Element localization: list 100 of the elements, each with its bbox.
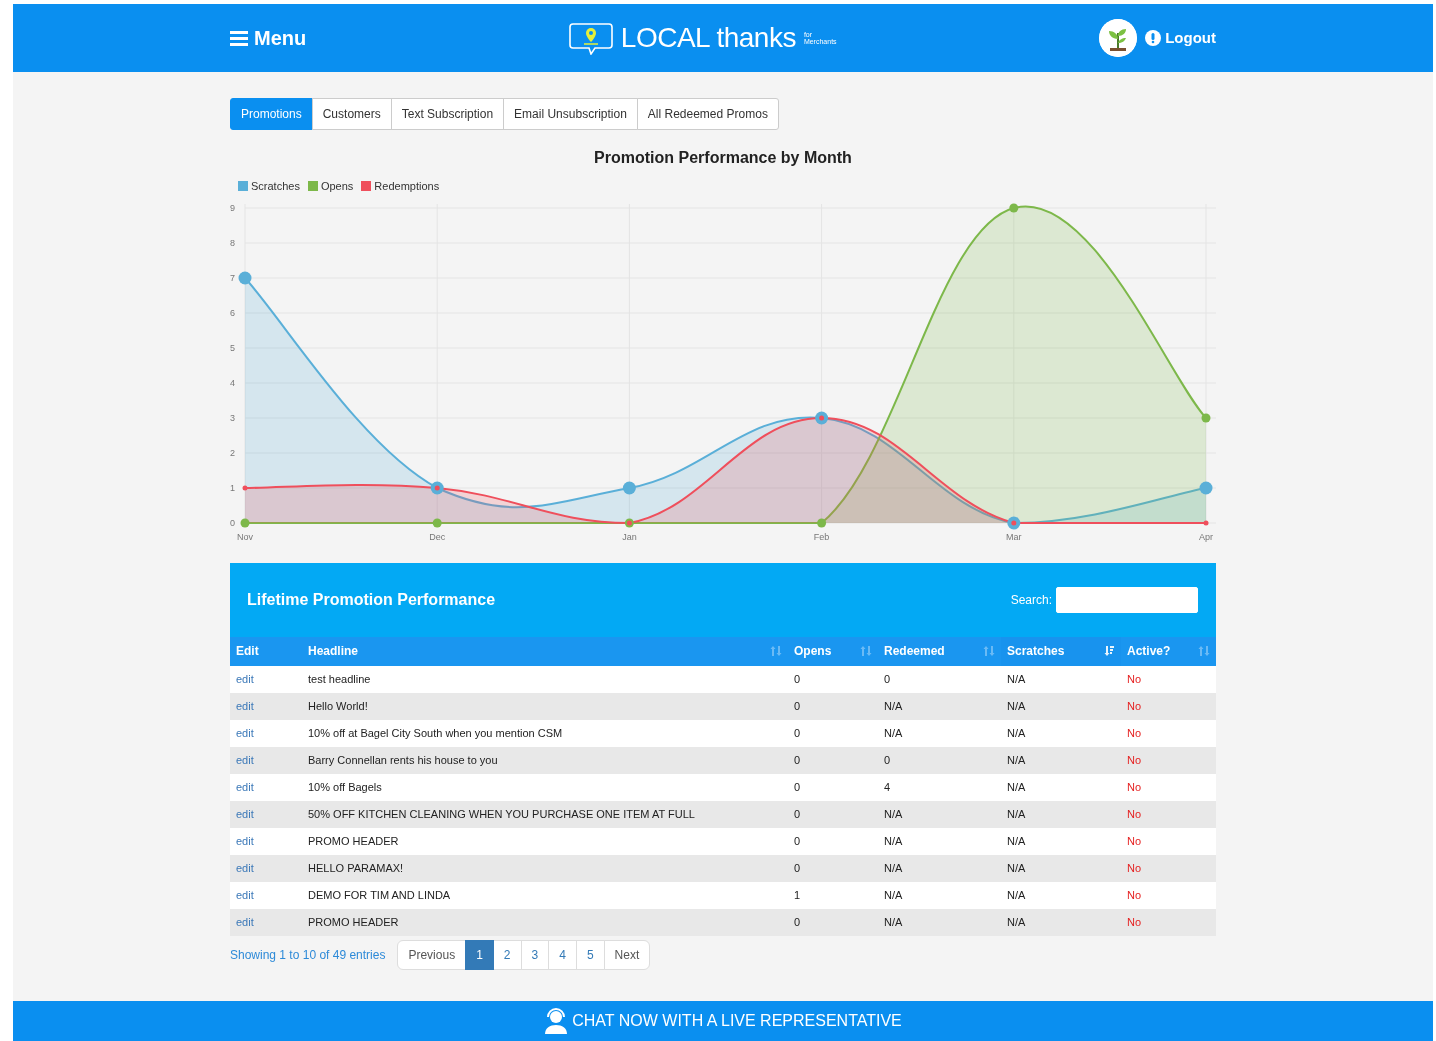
opens-cell: 0 <box>794 672 801 685</box>
opens-cell: 0 <box>794 753 801 766</box>
scratches-cell: N/A <box>1007 726 1026 739</box>
column-header[interactable]: Edit <box>230 636 302 666</box>
tab[interactable]: Email Unsubscription <box>503 98 638 130</box>
active-status: No <box>1127 699 1142 712</box>
y-tick-label: 2 <box>230 447 235 458</box>
opens-cell: 0 <box>794 807 801 820</box>
page-button[interactable]: 2 <box>492 939 522 970</box>
opens-cell: 0 <box>794 699 801 712</box>
opens-cell: 0 <box>794 726 801 739</box>
scratches-cell: N/A <box>1007 861 1026 874</box>
scratches-cell: N/A <box>1007 888 1026 901</box>
previous-button[interactable]: Previous <box>397 939 467 970</box>
column-header[interactable]: Redeemed <box>878 636 1001 666</box>
headline-cell: HELLO PARAMAX! <box>308 861 404 874</box>
redeemed-cell: N/A <box>884 834 903 847</box>
chart-title: Promotion Performance by Month <box>593 148 853 168</box>
column-header[interactable]: Active? <box>1121 636 1216 666</box>
scratches-cell: N/A <box>1007 699 1026 712</box>
headline-cell: test headline <box>308 672 371 685</box>
edit-link[interactable]: edit <box>236 672 254 685</box>
next-button[interactable]: Next <box>603 939 651 970</box>
x-tick-label: Jan <box>622 531 637 542</box>
opens-cell: 0 <box>794 780 801 793</box>
column-header[interactable]: Opens <box>788 636 878 666</box>
scratches-cell: N/A <box>1007 672 1026 685</box>
x-tick-label: Feb <box>813 531 830 542</box>
redeemed-cell: 0 <box>884 672 891 685</box>
active-status: No <box>1127 834 1142 847</box>
tab[interactable]: Customers <box>311 98 392 130</box>
edit-link[interactable]: edit <box>236 726 254 739</box>
headline-cell: DEMO FOR TIM AND LINDA <box>308 888 451 901</box>
headline-cell: 50% OFF KITCHEN CLEANING WHEN YOU PURCHASE ONE ITEM AT FULL <box>308 807 695 820</box>
y-tick-label: 4 <box>230 377 235 388</box>
opens-cell: 0 <box>794 834 801 847</box>
headline-cell: PROMO HEADER <box>308 915 399 928</box>
opens-cell: 1 <box>794 888 801 901</box>
redeemed-cell: N/A <box>884 915 903 928</box>
scratches-cell: N/A <box>1007 915 1026 928</box>
logout-button[interactable]: Logout <box>1145 26 1216 50</box>
column-header[interactable]: Headline <box>302 636 788 666</box>
redeemed-cell: N/A <box>884 699 903 712</box>
headline-cell: 10% off at Bagel City South when you mention CSM <box>308 726 563 739</box>
scratches-cell: N/A <box>1007 807 1026 820</box>
opens-cell: 0 <box>794 915 801 928</box>
edit-link[interactable]: edit <box>236 699 254 712</box>
search-label: Search: <box>1010 591 1052 609</box>
headline-cell: Barry Connellan rents his house to you <box>308 753 498 766</box>
edit-link[interactable]: edit <box>236 807 254 820</box>
y-tick-label: 7 <box>230 272 235 283</box>
active-status: No <box>1127 861 1142 874</box>
active-status: No <box>1127 672 1142 685</box>
y-tick-label: 0 <box>230 517 235 528</box>
opens-cell: 0 <box>794 861 801 874</box>
active-status: No <box>1127 807 1142 820</box>
redeemed-cell: N/A <box>884 807 903 820</box>
edit-link[interactable]: edit <box>236 888 254 901</box>
tab[interactable]: Text Subscription <box>390 98 505 130</box>
legend-label: Scratches <box>251 179 300 194</box>
redeemed-cell: 4 <box>884 780 891 793</box>
y-tick-label: 9 <box>230 202 235 213</box>
edit-link[interactable]: edit <box>236 834 254 847</box>
edit-link[interactable]: edit <box>236 861 254 874</box>
edit-link[interactable]: edit <box>236 753 254 766</box>
logo-text: LOCAL thanks <box>620 21 796 55</box>
redeemed-cell: N/A <box>884 861 903 874</box>
headline-cell: PROMO HEADER <box>308 834 399 847</box>
y-tick-label: 3 <box>230 412 235 423</box>
y-tick-label: 6 <box>230 307 235 318</box>
x-tick-label: Apr <box>1199 531 1213 542</box>
active-status: No <box>1127 726 1142 739</box>
redeemed-cell: N/A <box>884 888 903 901</box>
page-button[interactable]: 1 <box>465 939 494 970</box>
panel-title: Lifetime Promotion Performance <box>247 589 496 610</box>
active-status: No <box>1127 915 1142 928</box>
page-button[interactable]: 4 <box>548 939 577 970</box>
legend-label: Redemptions <box>374 179 440 194</box>
x-tick-label: Dec <box>429 531 446 542</box>
headline-cell: Hello World! <box>308 699 368 712</box>
chat-button[interactable]: CHAT NOW WITH A LIVE REPRESENTATIVE <box>538 1007 908 1035</box>
redeemed-cell: 0 <box>884 753 891 766</box>
y-tick-label: 5 <box>230 342 235 353</box>
entries-info: Showing 1 to 10 of 49 entries <box>230 946 386 964</box>
scratches-cell: N/A <box>1007 753 1026 766</box>
x-tick-label: Nov <box>237 531 253 542</box>
redeemed-cell: N/A <box>884 726 903 739</box>
edit-link[interactable]: edit <box>236 780 254 793</box>
x-tick-label: Mar <box>1006 531 1022 542</box>
headline-cell: 10% off Bagels <box>308 780 382 793</box>
active-status: No <box>1127 888 1142 901</box>
y-tick-label: 8 <box>230 237 235 248</box>
page-button[interactable]: 5 <box>575 939 605 970</box>
scratches-cell: N/A <box>1007 780 1026 793</box>
scratches-cell: N/A <box>1007 834 1026 847</box>
tab[interactable]: All Redeemed Promos <box>636 98 779 130</box>
tab[interactable]: Promotions <box>230 98 313 130</box>
active-status: No <box>1127 780 1142 793</box>
menu-button[interactable]: Menu <box>230 23 307 53</box>
edit-link[interactable]: edit <box>236 915 254 928</box>
